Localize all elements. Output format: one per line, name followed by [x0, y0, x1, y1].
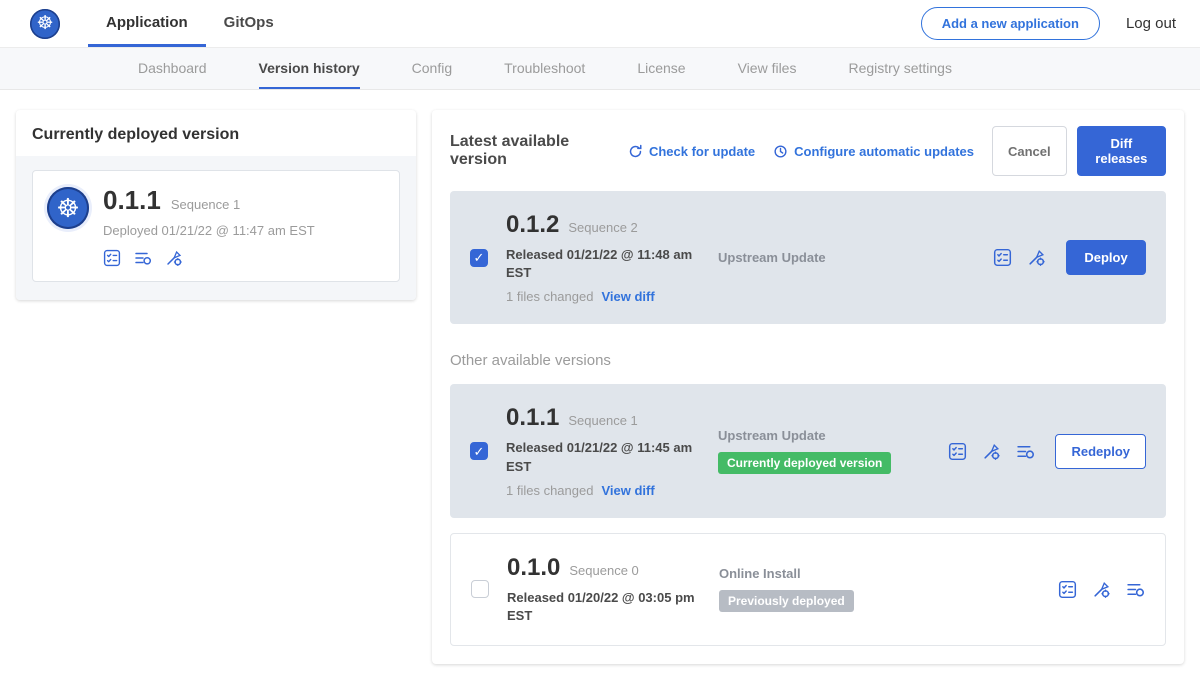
deployed-version-actions — [103, 249, 315, 267]
edit-config-icon[interactable] — [165, 249, 183, 267]
version-checkbox[interactable]: ✓ — [471, 580, 489, 598]
edit-config-icon[interactable] — [1027, 248, 1046, 267]
cancel-button[interactable]: Cancel — [992, 126, 1067, 176]
edit-config-icon[interactable] — [982, 442, 1001, 461]
view-diff-link[interactable]: View diff — [601, 289, 654, 304]
clock-icon — [773, 144, 788, 159]
top-navbar: ☸ Application GitOps Add a new applicati… — [0, 0, 1200, 48]
available-panel-title: Latest available version — [450, 133, 612, 169]
add-application-button[interactable]: Add a new application — [921, 7, 1100, 40]
version-row-actions — [993, 248, 1046, 267]
main-content: Currently deployed version ☸ 0.1.1 Seque… — [0, 90, 1200, 684]
version-checkbox[interactable]: ✓ — [470, 442, 488, 460]
version-source-col: Online Install Previously deployed — [719, 566, 944, 612]
version-info: 0.1.1 Sequence 1 Released 01/21/22 @ 11:… — [506, 404, 718, 497]
subnav-item-config[interactable]: Config — [412, 48, 452, 89]
released-date: Released 01/20/22 @ 03:05 pm EST — [507, 589, 697, 625]
diff-releases-button[interactable]: Diff releases — [1077, 126, 1166, 176]
subnav-item-registry-settings[interactable]: Registry settings — [848, 48, 951, 89]
deployed-version-card: ☸ 0.1.1 Sequence 1 Deployed 01/21/22 @ 1… — [32, 170, 400, 282]
version-source: Upstream Update — [718, 428, 943, 443]
checkmark-icon: ✓ — [474, 251, 485, 264]
subnav-item-view-files[interactable]: View files — [738, 48, 797, 89]
logout-link[interactable]: Log out — [1126, 15, 1176, 32]
version-checkbox[interactable]: ✓ — [470, 249, 488, 267]
top-nav-right: Add a new application Log out — [921, 0, 1176, 47]
kubernetes-app-icon: ☸ — [47, 187, 89, 229]
check-for-update-link[interactable]: Check for update — [628, 144, 755, 159]
edit-config-icon[interactable] — [1092, 580, 1111, 599]
version-source-col: Upstream Update Currently deployed versi… — [718, 428, 943, 474]
version-row-actions — [1058, 580, 1145, 599]
version-source: Online Install — [719, 566, 944, 581]
top-nav-tabs: Application GitOps — [88, 0, 292, 47]
files-changed-line: 1 files changed View diff — [506, 483, 718, 498]
version-info: 0.1.0 Sequence 0 Released 01/20/22 @ 03:… — [507, 554, 719, 625]
deployed-version-number: 0.1.1 — [103, 185, 161, 216]
version-row-0-1-2: ✓ 0.1.2 Sequence 2 Released 01/21/22 @ 1… — [450, 191, 1166, 324]
refresh-icon — [628, 144, 643, 159]
files-changed-line: 1 files changed View diff — [506, 289, 718, 304]
available-versions-panel: Latest available version Check for updat… — [432, 110, 1184, 664]
deployed-version-info: 0.1.1 Sequence 1 Deployed 01/21/22 @ 11:… — [103, 185, 315, 267]
configure-automatic-updates-link[interactable]: Configure automatic updates — [773, 144, 974, 159]
deployed-panel-title: Currently deployed version — [16, 110, 416, 156]
currently-deployed-panel: Currently deployed version ☸ 0.1.1 Seque… — [16, 110, 416, 300]
app-subnav: Dashboard Version history Config Trouble… — [0, 48, 1200, 90]
subnav-item-troubleshoot[interactable]: Troubleshoot — [504, 48, 585, 89]
subnav-item-version-history[interactable]: Version history — [259, 48, 360, 89]
version-source: Upstream Update — [718, 250, 943, 265]
release-notes-icon[interactable] — [948, 442, 967, 461]
deployed-version-sequence: Sequence 1 — [171, 197, 240, 212]
app-logo-wrap: ☸ — [30, 0, 60, 47]
released-date: Released 01/21/22 @ 11:48 am EST — [506, 246, 696, 282]
version-row-actions — [948, 442, 1035, 461]
deploy-logs-icon[interactable] — [1126, 580, 1145, 599]
version-row-0-1-1: ✓ 0.1.1 Sequence 1 Released 01/21/22 @ 1… — [450, 384, 1166, 517]
deployed-card-area: ☸ 0.1.1 Sequence 1 Deployed 01/21/22 @ 1… — [16, 156, 416, 300]
deploy-logs-icon[interactable] — [1016, 442, 1035, 461]
subnav-item-dashboard[interactable]: Dashboard — [138, 48, 207, 89]
version-source-col: Upstream Update — [718, 250, 943, 265]
subnav-item-license[interactable]: License — [637, 48, 685, 89]
version-sequence: Sequence 0 — [569, 563, 638, 578]
view-diff-link[interactable]: View diff — [601, 483, 654, 498]
deploy-logs-icon[interactable] — [134, 249, 152, 267]
version-sequence: Sequence 1 — [568, 413, 637, 428]
version-info: 0.1.2 Sequence 2 Released 01/21/22 @ 11:… — [506, 211, 718, 304]
previously-deployed-badge: Previously deployed — [719, 590, 854, 612]
version-sequence: Sequence 2 — [568, 220, 637, 235]
checkmark-icon: ✓ — [474, 445, 485, 458]
version-number: 0.1.0 — [507, 554, 560, 582]
available-versions-header: Latest available version Check for updat… — [450, 126, 1166, 176]
currently-deployed-badge: Currently deployed version — [718, 452, 891, 474]
version-number: 0.1.1 — [506, 404, 559, 432]
redeploy-button[interactable]: Redeploy — [1055, 434, 1146, 469]
release-notes-icon[interactable] — [103, 249, 121, 267]
deployed-date: Deployed 01/21/22 @ 11:47 am EST — [103, 223, 315, 238]
deploy-button[interactable]: Deploy — [1066, 240, 1146, 275]
released-date: Released 01/21/22 @ 11:45 am EST — [506, 439, 696, 475]
files-changed-text: 1 files changed — [506, 483, 593, 498]
kubernetes-logo-icon: ☸ — [30, 9, 60, 39]
header-buttons: Cancel Diff releases — [992, 126, 1166, 176]
files-changed-text: 1 files changed — [506, 289, 593, 304]
version-row-0-1-0: ✓ 0.1.0 Sequence 0 Released 01/20/22 @ 0… — [450, 533, 1166, 646]
tab-application[interactable]: Application — [88, 0, 206, 47]
release-notes-icon[interactable] — [993, 248, 1012, 267]
other-versions-title: Other available versions — [450, 352, 1166, 369]
version-number: 0.1.2 — [506, 211, 559, 239]
tab-gitops[interactable]: GitOps — [206, 0, 292, 47]
release-notes-icon[interactable] — [1058, 580, 1077, 599]
